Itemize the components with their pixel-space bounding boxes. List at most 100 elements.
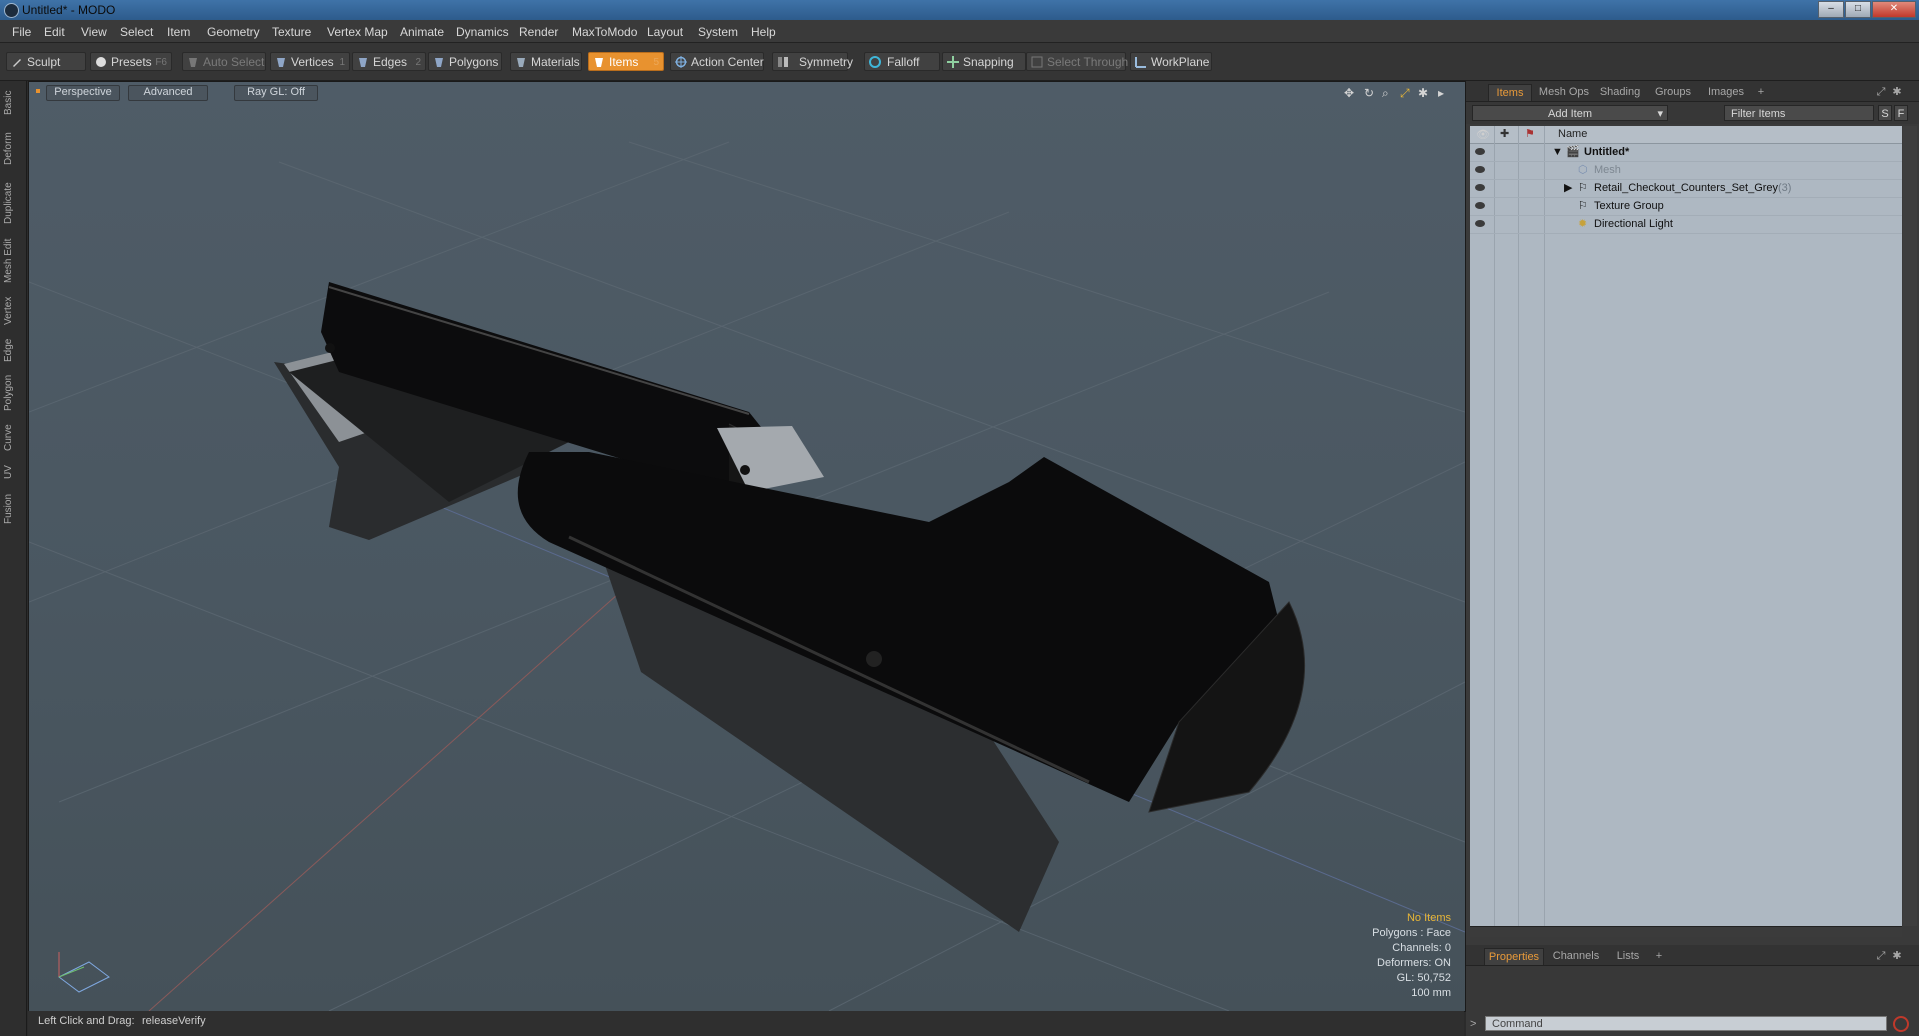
viewport-scene[interactable] — [29, 82, 1465, 1011]
expand-icon[interactable]: ▸ — [1438, 86, 1444, 100]
menu-maxtomodo[interactable]: MaxToModo — [572, 25, 637, 39]
tab-uv[interactable]: UV — [3, 461, 23, 483]
tab-deform[interactable]: Deform — [3, 127, 23, 171]
visibility-eye-icon[interactable] — [1475, 166, 1485, 173]
select-through-button[interactable]: Select Through — [1026, 52, 1128, 71]
tab-groups[interactable]: Groups — [1650, 84, 1696, 100]
materials-button[interactable]: Materials — [510, 52, 582, 71]
tab-lists[interactable]: Lists — [1610, 948, 1646, 964]
menu-vertex-map[interactable]: Vertex Map — [327, 25, 388, 39]
status-hint-action: releaseVerify — [142, 1015, 206, 1027]
command-input[interactable]: Command — [1485, 1016, 1887, 1031]
tree-row-retail-checkout[interactable]: ▶ ⚐ Retail_Checkout_Counters_Set_Grey (3… — [1470, 179, 1902, 198]
add-tab-button[interactable]: + — [1754, 84, 1768, 100]
menu-view[interactable]: View — [81, 25, 107, 39]
move-view-icon[interactable]: ✥ — [1344, 86, 1354, 100]
tab-shading[interactable]: Shading — [1596, 84, 1644, 100]
symmetry-button[interactable]: Symmetry — [772, 52, 853, 71]
minimize-button[interactable]: – — [1818, 1, 1844, 18]
group-name: Retail_Checkout_Counters_Set_Grey — [1594, 182, 1779, 194]
tab-items[interactable]: Items — [1488, 84, 1532, 101]
menu-file[interactable]: File — [12, 25, 31, 39]
panel-settings-icon[interactable]: ✱ — [1890, 84, 1904, 100]
name-column-header[interactable]: Name — [1558, 128, 1587, 140]
item-list-hscrollbar[interactable] — [1470, 926, 1902, 937]
filter-items-input[interactable]: Filter Items — [1724, 105, 1874, 121]
tree-row-directional-light[interactable]: ✹ Directional Light — [1470, 215, 1902, 234]
visibility-eye-icon[interactable] — [1475, 184, 1485, 191]
tab-channels[interactable]: Channels — [1548, 948, 1604, 964]
filter-f-button[interactable]: F — [1894, 105, 1908, 121]
tab-duplicate[interactable]: Duplicate — [3, 177, 23, 229]
items-add-row: Add Item ▾ Filter Items S F — [1466, 102, 1919, 124]
close-button[interactable]: ✕ — [1872, 1, 1916, 18]
action-center-button[interactable]: Action Center — [670, 52, 764, 71]
tab-properties[interactable]: Properties — [1484, 948, 1544, 965]
polygons-button[interactable]: Polygons — [428, 52, 502, 71]
tab-edge[interactable]: Edge — [3, 335, 23, 365]
tab-curve[interactable]: Curve — [3, 421, 23, 455]
menu-select[interactable]: Select — [120, 25, 153, 39]
raygl-dropdown[interactable]: Ray GL: Off — [234, 85, 318, 101]
falloff-button[interactable]: Falloff — [864, 52, 940, 71]
hud-gl: GL: 50,752 — [1396, 972, 1451, 984]
snapping-button[interactable]: Snapping — [942, 52, 1026, 71]
tab-mesh-ops[interactable]: Mesh Ops — [1536, 84, 1592, 100]
zoom-view-icon[interactable]: ⌕ — [1382, 86, 1389, 101]
filter-s-button[interactable]: S — [1878, 105, 1892, 121]
workplane-button[interactable]: WorkPlane — [1130, 52, 1212, 71]
viewport-active-indicator — [36, 89, 40, 93]
item-list-scrollbar[interactable] — [1903, 126, 1917, 926]
maximize-button[interactable]: □ — [1845, 1, 1871, 18]
collapse-arrow-icon[interactable]: ▼ — [1552, 143, 1563, 161]
menu-edit[interactable]: Edit — [44, 25, 65, 39]
menu-help[interactable]: Help — [751, 25, 776, 39]
tab-polygon[interactable]: Polygon — [3, 371, 23, 415]
panel-popout-icon[interactable]: ⤢ — [1874, 948, 1888, 964]
group-locator-icon: ⚐ — [1578, 200, 1588, 212]
auto-select-button[interactable]: Auto Select — [182, 52, 266, 71]
edges-button[interactable]: Edges 2 — [352, 52, 426, 71]
tree-row-mesh[interactable]: ⬡ Mesh — [1470, 161, 1902, 180]
menu-item[interactable]: Item — [167, 25, 190, 39]
menu-texture[interactable]: Texture — [272, 25, 311, 39]
tab-basic[interactable]: Basic — [3, 85, 23, 121]
menu-render[interactable]: Render — [519, 25, 558, 39]
items-button[interactable]: Items 5 — [588, 52, 664, 71]
add-item-dropdown[interactable]: Add Item ▾ — [1472, 105, 1668, 121]
visibility-eye-icon[interactable] — [1475, 220, 1485, 227]
stop-icon[interactable] — [1893, 1016, 1909, 1032]
settings-icon[interactable]: ✱ — [1418, 86, 1428, 100]
panel-popout-icon[interactable]: ⤢ — [1874, 84, 1888, 100]
panel-settings-icon[interactable]: ✱ — [1890, 948, 1904, 964]
tree-row-scene[interactable]: ▼ 🎬 Untitled* — [1470, 143, 1902, 162]
sculpt-button[interactable]: Sculpt — [6, 52, 86, 71]
visibility-eye-icon[interactable] — [1475, 202, 1485, 209]
polygon-mode-icon — [435, 58, 443, 67]
column-separator — [1494, 126, 1495, 926]
status-bar: Left Click and Drag: releaseVerify — [28, 1011, 1464, 1036]
tree-row-texture-group[interactable]: ⚐ Texture Group — [1470, 197, 1902, 216]
menu-animate[interactable]: Animate — [400, 25, 444, 39]
tab-fusion[interactable]: Fusion — [3, 489, 23, 529]
hud-selection: No Items — [1406, 912, 1451, 924]
view-type-dropdown[interactable]: Perspective — [46, 85, 120, 101]
expand-arrow-icon[interactable]: ▶ — [1564, 179, 1572, 197]
tab-vertex[interactable]: Vertex — [3, 293, 23, 329]
menu-system[interactable]: System — [698, 25, 738, 39]
presets-shortcut: F6 — [155, 57, 167, 68]
materials-label: Materials — [531, 55, 580, 69]
add-tab-button[interactable]: + — [1652, 948, 1666, 964]
fit-view-icon[interactable]: ⤢ — [1400, 86, 1410, 101]
menu-layout[interactable]: Layout — [647, 25, 683, 39]
shading-dropdown[interactable]: Advanced — [128, 85, 208, 101]
rotate-view-icon[interactable]: ↻ — [1364, 86, 1374, 100]
vertices-button[interactable]: Vertices 1 — [270, 52, 350, 71]
tab-mesh-edit[interactable]: Mesh Edit — [3, 235, 23, 287]
tab-images[interactable]: Images — [1702, 84, 1750, 100]
3d-viewport[interactable]: No Items Polygons : Face Channels: 0 Def… — [28, 81, 1466, 1012]
presets-button[interactable]: Presets F6 — [90, 52, 172, 71]
visibility-eye-icon[interactable] — [1475, 148, 1485, 155]
menu-dynamics[interactable]: Dynamics — [456, 25, 509, 39]
menu-geometry[interactable]: Geometry — [207, 25, 260, 39]
